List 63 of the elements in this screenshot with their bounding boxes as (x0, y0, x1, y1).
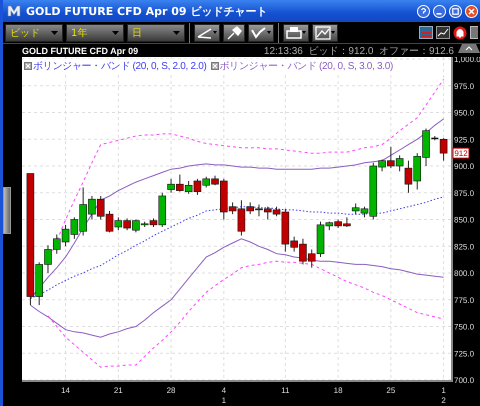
price-tag: 912 (452, 148, 470, 159)
price-axis-label: 925.0 (454, 135, 474, 144)
pin-icon (226, 26, 242, 40)
date-axis-label: 1 (441, 386, 446, 395)
caret-icon (112, 30, 119, 34)
caret-icon (213, 31, 217, 34)
zigzag-icon (251, 26, 267, 40)
angle-icon (197, 26, 213, 40)
date-axis-label: 25 (386, 386, 396, 395)
printer-icon (286, 26, 302, 40)
caret-icon (51, 30, 58, 34)
date-axis-label: 18 (334, 386, 343, 395)
minimize-icon[interactable] (433, 4, 446, 18)
price-axis-label: 800.0 (454, 269, 474, 278)
line-tool-button[interactable] (194, 24, 220, 42)
logo-icon (7, 5, 21, 17)
price-axis-label: 900.0 (454, 162, 474, 171)
candlestick (52, 234, 61, 254)
date-axis-label: 28 (166, 386, 176, 395)
price-axis-label: 725.0 (454, 349, 474, 358)
price-axis-label: 775.0 (454, 296, 474, 305)
bell-icon[interactable] (453, 26, 467, 40)
price-axis-label: 825.0 (454, 242, 474, 252)
month-axis-label: 1 (222, 396, 226, 405)
price-axis-label: 875.0 (454, 188, 474, 198)
price-axis-label: 975.0 (454, 82, 474, 91)
maximize-icon[interactable] (449, 4, 462, 18)
chart-icon[interactable] (436, 26, 450, 39)
date-axis-label: 11 (281, 386, 290, 395)
date-axis-label: 21 (114, 386, 123, 395)
close-icon[interactable] (465, 4, 478, 18)
legend-label: ボリンジャー・バンド (20, 0, S, 2.0, 2.0) (33, 60, 207, 73)
window-title: GOLD FUTURE CFD Apr 09 ビッドチャート (26, 4, 268, 18)
price-axis-label: 950.0 (454, 108, 474, 118)
dropdown[interactable]: 日 (127, 24, 185, 42)
candlestick (413, 152, 422, 190)
caret-icon (331, 31, 335, 34)
line-chart-icon (315, 26, 331, 40)
candlestick (264, 206, 272, 220)
print-button[interactable] (283, 24, 309, 42)
price-axis-label: 700.0 (454, 376, 474, 385)
caret-icon (267, 31, 271, 34)
legend-label: ボリンジャー・バンド (20, 0, S, 3.0, 3.0) (220, 60, 394, 73)
price-axis-label: 750.0 (454, 322, 474, 332)
help-icon[interactable] (417, 4, 430, 18)
image-button[interactable] (312, 24, 338, 42)
quote-text: 12:13:36 ビッド：912.0 オファー：912.6 (264, 44, 454, 58)
collapse-tab-icon[interactable] (458, 44, 480, 53)
caret-icon (302, 31, 306, 34)
price-axis-label: 850.0 (454, 216, 474, 224)
date-axis-label: 14 (61, 386, 70, 395)
side-handle[interactable] (3, 187, 11, 234)
date-axis-label: 4 (222, 386, 226, 395)
month-axis-label: 2 (441, 396, 446, 405)
dropdown[interactable]: ビッド (5, 24, 63, 42)
candlestick (96, 195, 105, 220)
trend-tool-button[interactable] (248, 24, 274, 42)
dropdown[interactable]: 1年 (66, 24, 124, 42)
pin-tool-button[interactable] (223, 24, 245, 42)
instrument-name: GOLD FUTURE CFD Apr 09 (22, 46, 138, 56)
remove-icon[interactable] (24, 62, 32, 70)
remove-icon[interactable] (210, 62, 219, 70)
caret-icon (173, 30, 180, 34)
